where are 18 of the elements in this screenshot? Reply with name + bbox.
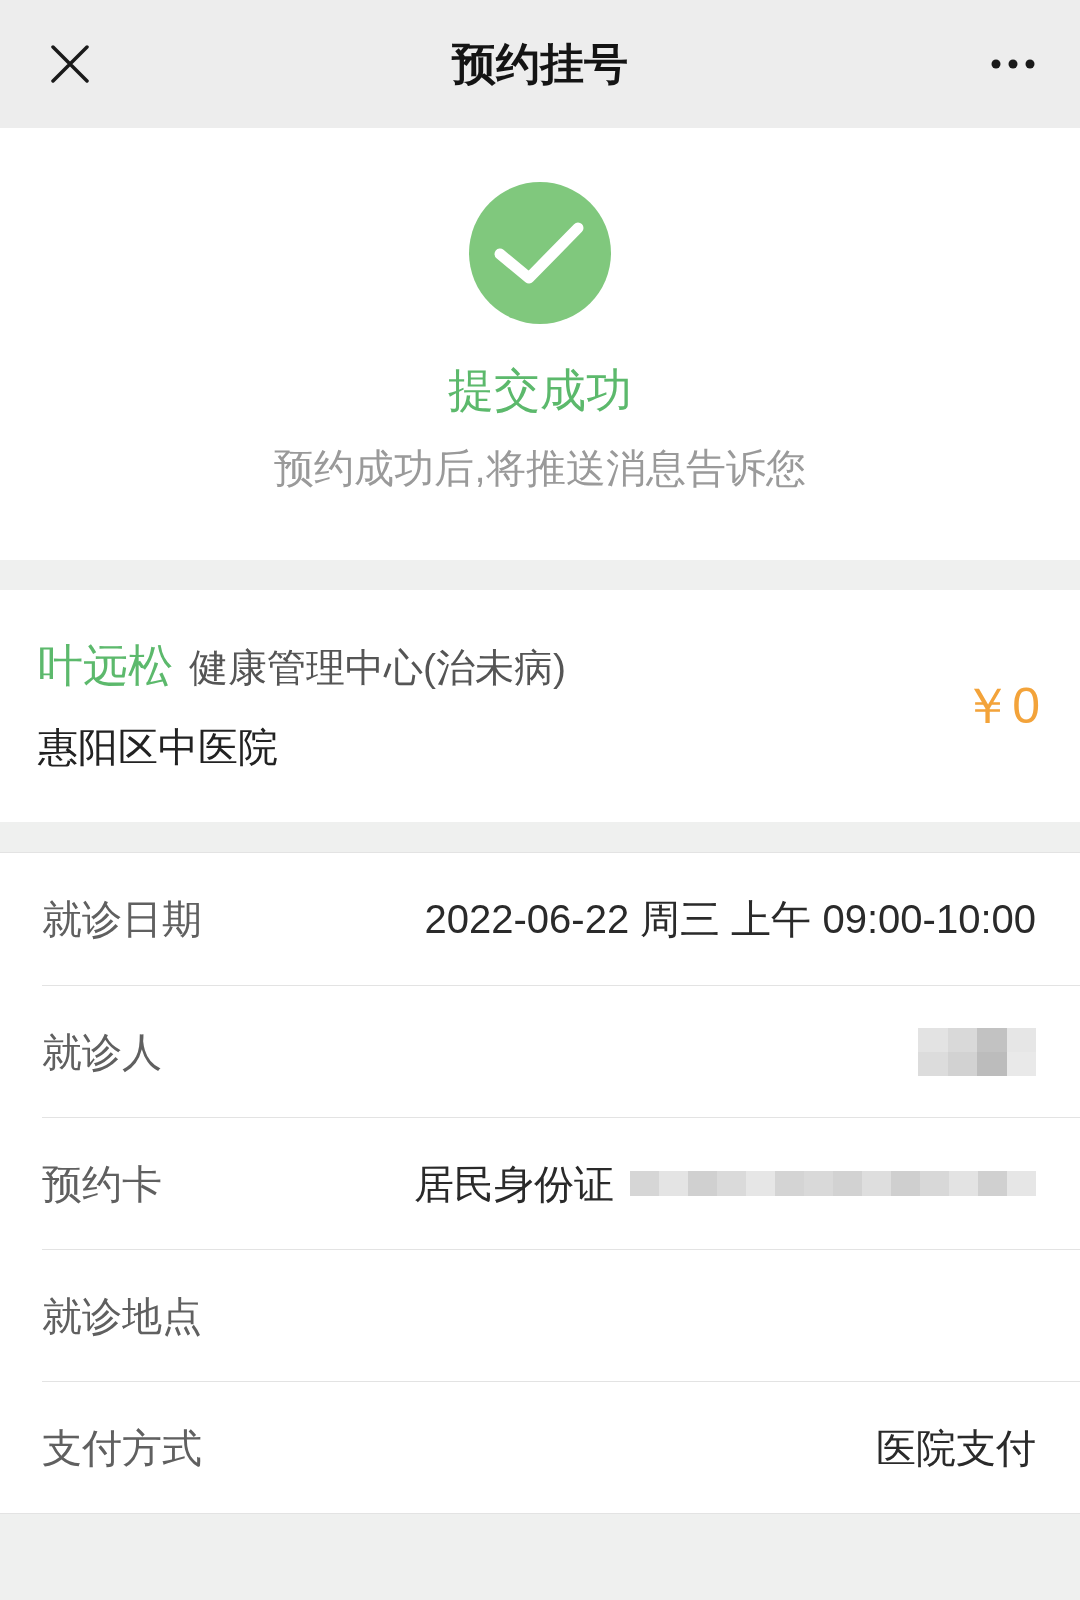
fee-amount: ￥0 bbox=[962, 677, 1040, 736]
hospital-name: 惠阳区中医院 bbox=[38, 723, 278, 771]
detail-label: 支付方式 bbox=[42, 1424, 202, 1472]
detail-value: 医院支付 bbox=[876, 1424, 1036, 1472]
close-icon bbox=[51, 45, 89, 83]
result-title: 提交成功 bbox=[448, 363, 632, 418]
detail-label: 预约卡 bbox=[42, 1160, 162, 1208]
doctor-name: 叶远松 bbox=[38, 638, 173, 693]
close-button[interactable] bbox=[48, 42, 92, 86]
detail-label: 就诊日期 bbox=[42, 896, 202, 943]
department-name: 健康管理中心(治未病) bbox=[189, 644, 566, 691]
detail-value: 2022-06-22 周三 上午 09:00-10:00 bbox=[424, 896, 1036, 943]
detail-label: 就诊地点 bbox=[42, 1292, 202, 1340]
more-icon bbox=[991, 59, 1035, 69]
page-title: 预约挂号 bbox=[452, 38, 628, 90]
detail-label: 就诊人 bbox=[42, 1028, 162, 1076]
detail-value: 居民身份证 bbox=[414, 1160, 614, 1208]
result-message: 预约成功后,将推送消息告诉您 bbox=[274, 445, 806, 492]
